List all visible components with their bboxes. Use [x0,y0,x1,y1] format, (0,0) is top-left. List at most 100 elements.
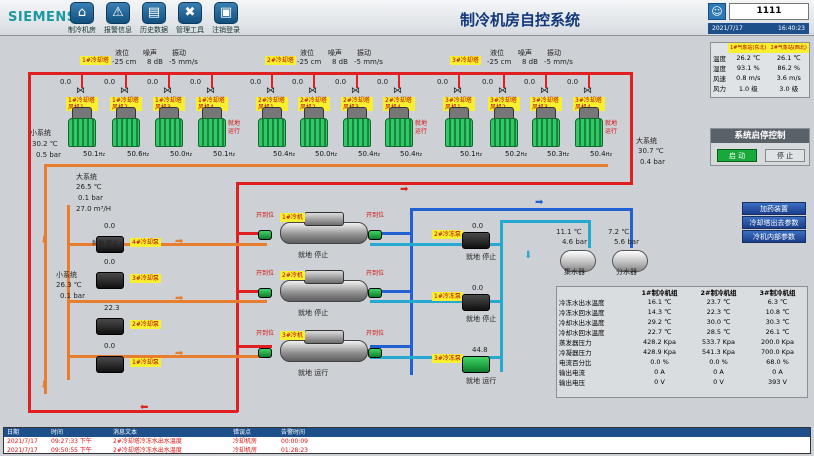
user-icon[interactable]: ☺ [708,3,726,20]
chilled-pump[interactable] [462,356,490,373]
vibration-value: -5 mm/s [354,58,383,66]
table-cell: 冷却水出水温度 [559,319,605,327]
header-pres: 5.6 bar [614,238,639,246]
lock-icon[interactable]: ▣ [214,2,238,24]
valve-icon: ⋈ [76,86,85,96]
flow-arrow-icon: ⬇ [40,380,49,391]
table-cell: 冷凝器压力 [559,349,592,357]
table-cell: 0 V [713,378,724,386]
table-cell: 冷冻水回水温度 [559,309,605,317]
table-cell: 10.8 ℃ [765,308,790,316]
cooling-tower[interactable] [112,107,140,147]
weather-table: 1#气象站(东北) 2#气象站(西北) 温度 26.2 ℃ 26.1 ℃ 湿度 93.1 %… [711,43,809,93]
cooling-tower[interactable] [532,107,560,147]
hz-unit: Hz [288,152,295,158]
tower-body [68,118,96,147]
alarm-cell: 00:00:09 [281,438,308,445]
alarm-cell: 冷却机房 [233,438,258,445]
toolbar-button-4[interactable]: ✖ 管理工具 [170,2,210,35]
tower-body [198,118,226,147]
table-cell: 0.8 m/s [736,73,761,82]
table-row: 输出电流 0 A 0 A 0 A [557,367,807,377]
big-sys-pres: 0.1 bar [78,194,103,202]
corner [557,287,630,297]
tower-frequency: 50.1Hz [213,150,235,158]
pump-hz: 0.0 [472,284,484,292]
cooling-pump[interactable] [96,318,124,335]
chilled-pump[interactable] [462,294,490,311]
tools-icon[interactable]: ✖ [178,2,202,24]
cooling-pipe-orange-left [44,164,47,394]
cooling-pump[interactable] [96,272,124,289]
flow-arrow-icon: ⬇ [40,235,49,246]
tower-hz-value: 50.4 [590,150,606,158]
cooling-tower[interactable] [575,107,603,147]
table-row: 冷却水出水温度 29.2 ℃ 30.0 ℃ 30.3 ℃ [557,317,807,327]
valve-icon: ⋈ [266,86,275,96]
warning-icon[interactable]: ⚠ [106,2,130,24]
pump-state: 就地 停止 [466,315,497,323]
cooling-tower[interactable] [385,107,413,147]
hz-unit: Hz [415,152,422,158]
cooling-tower[interactable] [490,107,518,147]
alarm-cell: 01:28:23 [281,447,308,454]
tower-frequency: 50.6Hz [127,150,149,158]
cooling-tower[interactable] [155,107,183,147]
side-button-2[interactable]: 冷却塔出去参数 [742,216,806,229]
alarm-cell: 2021/7/17 [7,447,38,454]
table-row: 温度 26.2 ℃ 26.1 ℃ [711,53,809,63]
right-side-label: 大系统 [636,137,657,145]
table-cell: 23.7 ℃ [706,298,731,306]
folder-icon[interactable]: ▤ [142,2,166,24]
table-cell: 风速 [713,74,726,83]
valve-icon: ⋈ [453,86,462,96]
toolbar-button-1[interactable]: ⌂ 制冷机房 [62,2,102,35]
chilled-pipe-cyan-r [588,220,591,248]
table-cell: 3.0 级 [779,84,799,93]
cooling-pump[interactable] [96,356,124,373]
user-name-field[interactable]: 1111 [729,3,809,20]
toolbar-button-2[interactable]: ⚠ 报警信息 [98,2,138,35]
hz-unit: Hz [330,152,337,158]
flow-arrow-icon: ➡ [175,293,184,304]
table-cell: 533.7 Kpa [701,338,736,346]
table-cell: 0 A [654,368,665,376]
table-cell: 6.3 ℃ [767,298,788,306]
cooling-tower[interactable] [343,107,371,147]
cooling-tower[interactable] [445,107,473,147]
alarm-row[interactable]: 2021/7/17 09:27:33 下午 2#冷却塔冷冻水出水温度 冷却机房 00:0… [4,437,810,446]
table-cell: 22.7 ℃ [647,328,672,336]
table-cell: 30.0 ℃ [706,318,731,326]
level-label: 液位 [300,49,314,57]
start-button[interactable]: 启 动 [717,149,757,162]
pump-state: 就地 停止 [92,240,118,247]
cooling-tower[interactable] [198,107,226,147]
valve-value: 0.0 [567,78,579,86]
side-button-1[interactable]: 加药装置 [742,202,806,215]
pump-state: 就地 停止 [466,253,497,261]
level-value: -25 cm [112,58,137,66]
valve-icon: ⋈ [308,86,317,96]
vibration-value: -5 mm/s [544,58,573,66]
cooling-tower[interactable] [258,107,286,147]
header-bar: SIEMENS ⌂ 制冷机房 ⚠ 报警信息 ▤ 历史数据 ✖ 管理工具 ▣ 注销登录 制冷机房自控… [0,0,814,36]
toolbar-button-5[interactable]: ▣ 注销登录 [206,2,246,35]
valve-open-right: 开到位 [366,270,385,277]
toolbar-button-3[interactable]: ▤ 历史数据 [134,2,174,35]
valve-value: 0.0 [104,78,116,86]
cooling-tower[interactable] [300,107,328,147]
table-row: 冷却水回水温度 22.7 ℃ 28.5 ℃ 26.1 ℃ [557,327,807,337]
valve-icon: ⋈ [163,86,172,96]
chilled-pump[interactable] [462,232,490,249]
cooling-tower[interactable] [68,107,96,147]
hz-unit: Hz [475,152,482,158]
cooling-pipe-left-red [28,72,31,412]
cooling-pump-label: 3#冷却泵 [130,274,161,283]
stop-button[interactable]: 停 止 [765,149,805,162]
table-cell: 86.2 % [777,63,801,72]
datetime-bar: 2021/7/17 16:40:23 [708,23,809,34]
side-button-3[interactable]: 冷机内部参数 [742,230,806,243]
alarm-row[interactable]: 2021/7/17 09:50:55 下午 2#冷却塔冷冻水出水温度 冷却机房 01:2… [4,446,810,455]
home-icon[interactable]: ⌂ [70,2,94,24]
table-cell: 428.2 Kpa [642,338,677,346]
